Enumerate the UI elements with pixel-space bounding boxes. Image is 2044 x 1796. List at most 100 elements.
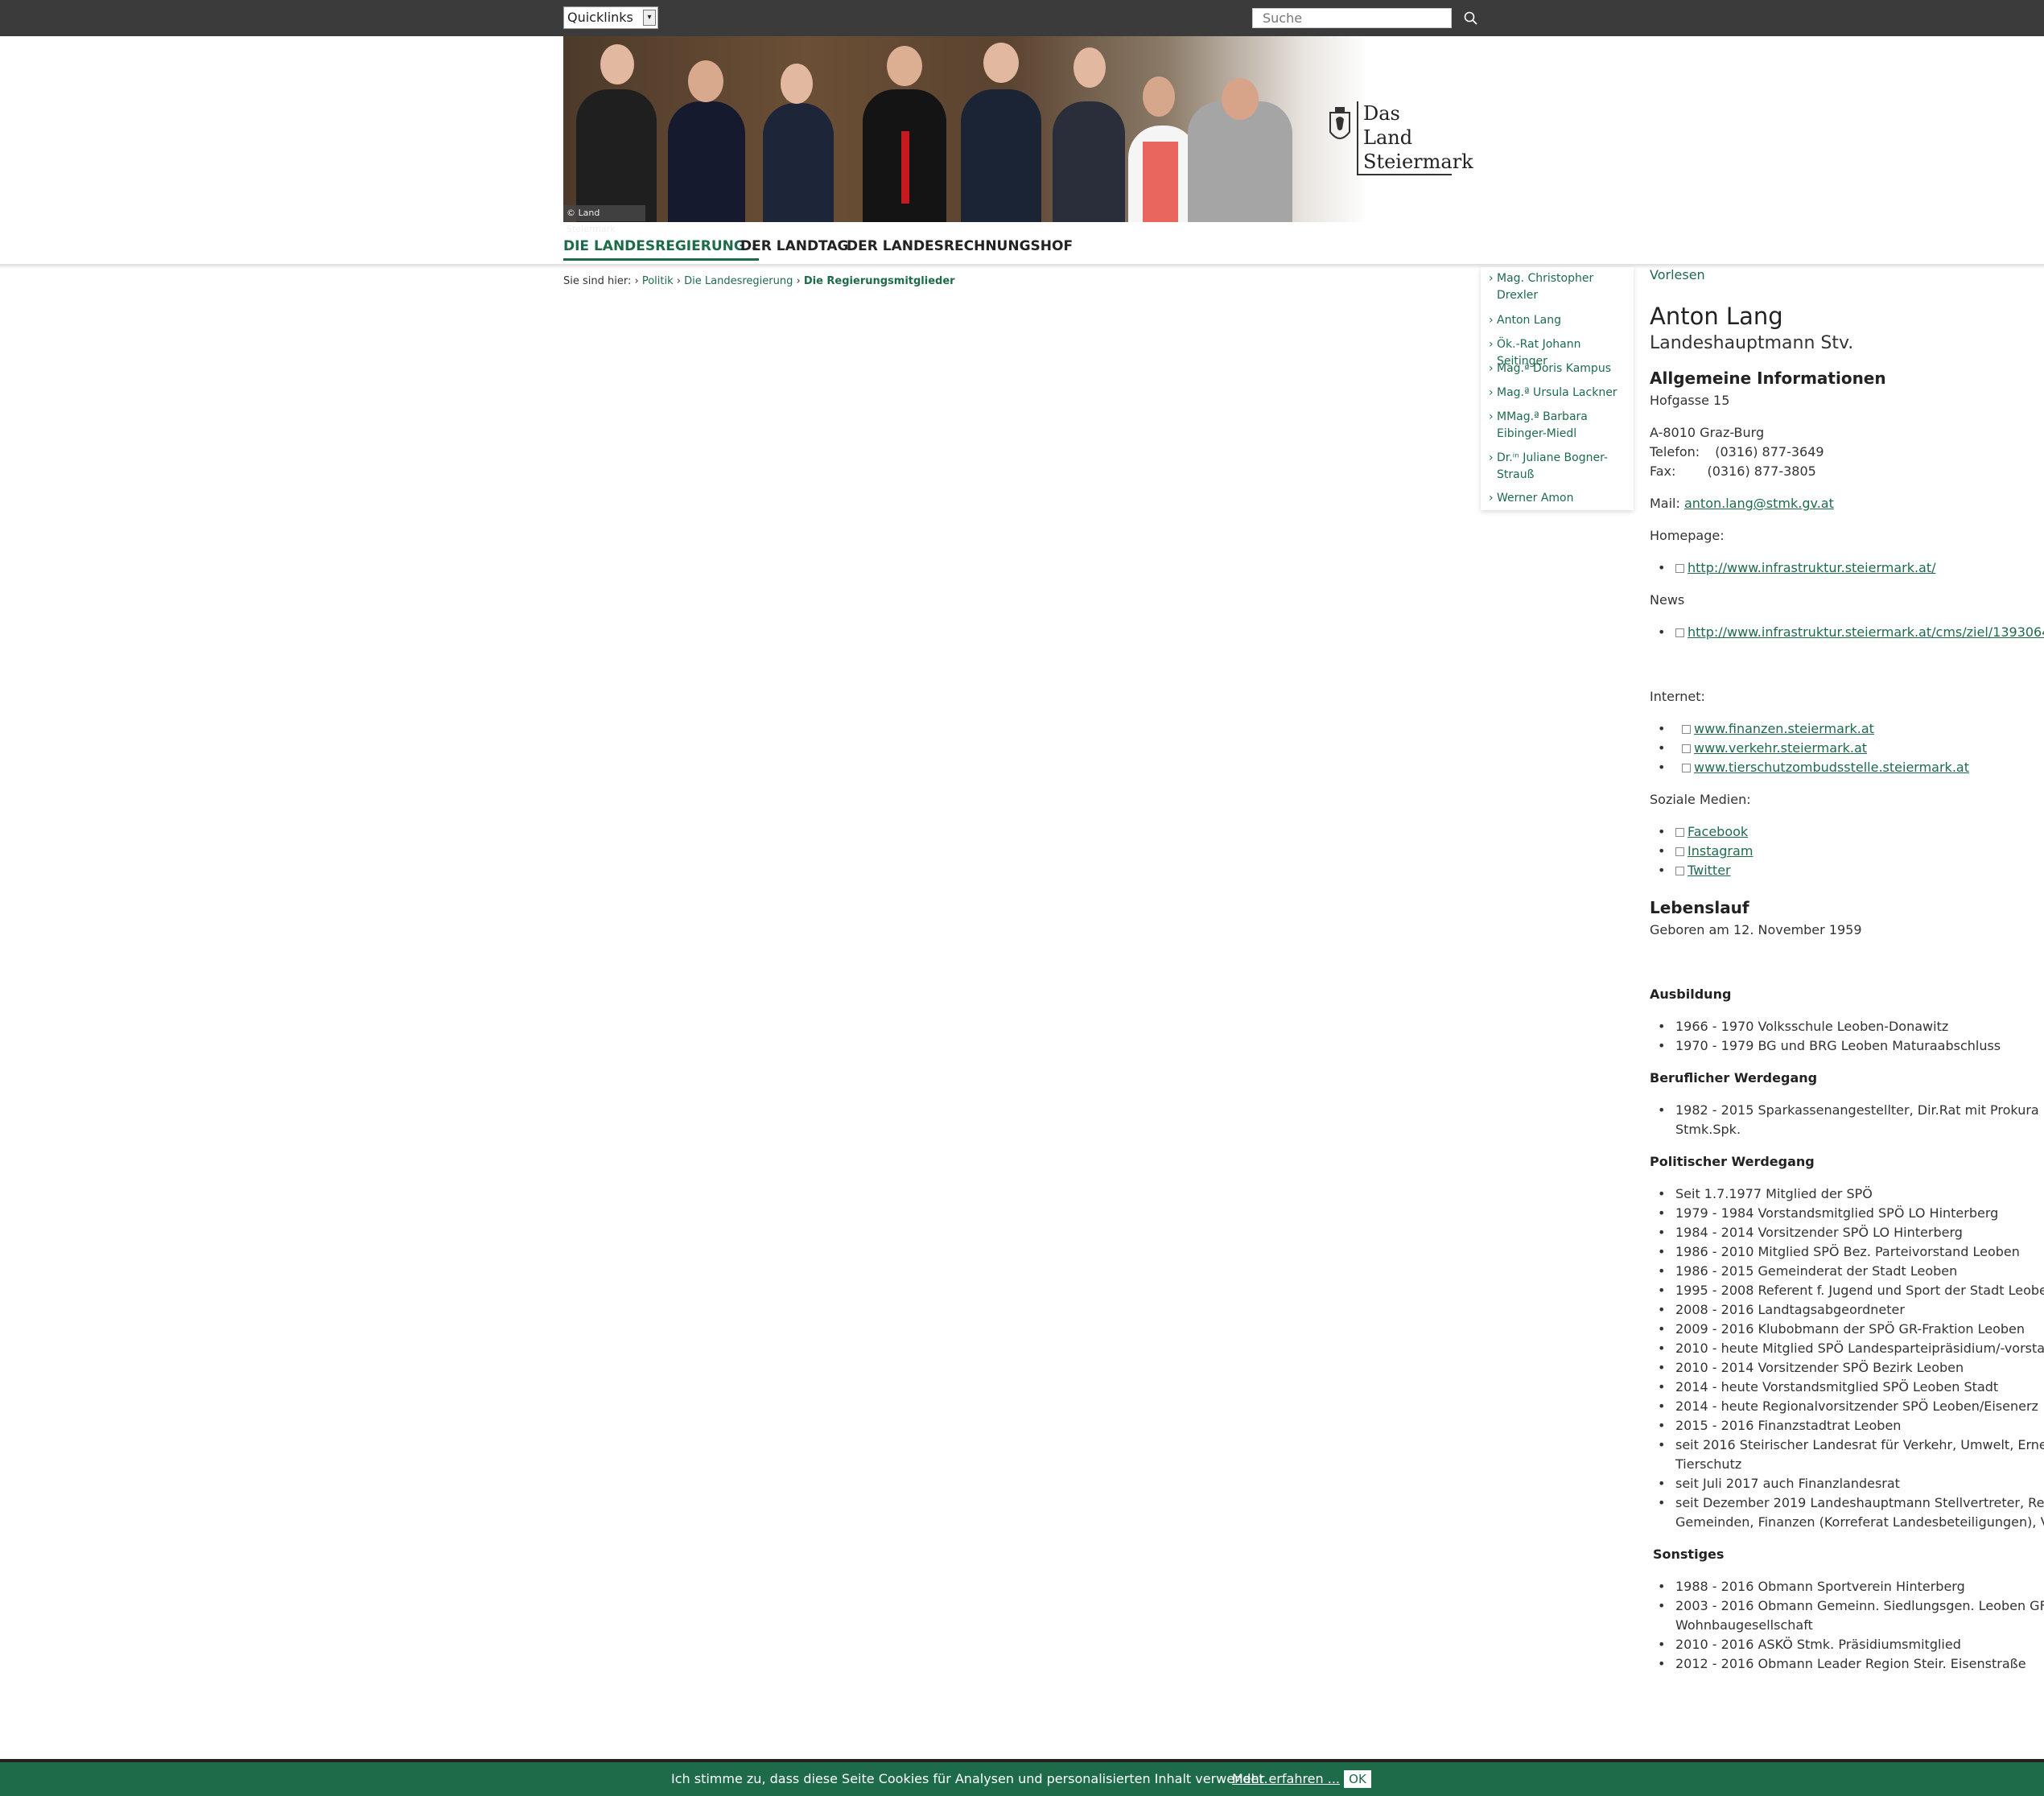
nav-die-landesregierung[interactable]: DIE LANDESREGIERUNG ⌄	[563, 238, 760, 261]
chevron-right-icon: ›	[1489, 314, 1494, 327]
facebook-link[interactable]: Facebook	[1688, 824, 1748, 839]
vorlesen-button[interactable]: Vorlesen	[1650, 267, 1705, 282]
external-link-icon	[1675, 628, 1684, 637]
political-heading: Politischer Werdegang	[1650, 1154, 1815, 1169]
government-members-menu: › Mag. Christopher Drexler › Anton Lang …	[1481, 267, 1634, 510]
nav-der-landesrechnungshof[interactable]: DER LANDESRECHNUNGSHOF	[847, 238, 1073, 254]
cookie-ok-button[interactable]: OK	[1344, 1770, 1371, 1788]
sidemenu-item-kampus[interactable]: › Mag.ª Doris Kampus	[1489, 360, 1630, 377]
sidemenu-label: MMag.ª Barbara Eibinger-Miedl	[1497, 410, 1588, 440]
list-item-text: 2010 - heute Mitglied SPÖ Landesparteipr…	[1675, 1341, 2044, 1356]
list-item-text: 1979 - 1984 Vorstandsmitglied SPÖ LO Hin…	[1675, 1205, 1999, 1221]
quicklinks-select[interactable]: Quicklinks ▾	[563, 6, 658, 29]
chevron-right-icon: ›	[676, 275, 685, 287]
chevron-right-icon: ›	[1489, 338, 1494, 351]
address-city: A-8010 Graz-Burg	[1650, 425, 1765, 440]
breadcrumb: Sie sind hier: › Politik › Die Landesreg…	[563, 275, 955, 287]
sidemenu-item-lackner[interactable]: › Mag.ª Ursula Lackner	[1489, 385, 1630, 402]
external-link-icon	[1675, 564, 1684, 573]
external-link-icon	[1682, 725, 1691, 734]
cookie-more-link[interactable]: Mehr erfahren ...	[1232, 1762, 1340, 1796]
instagram-link[interactable]: Instagram	[1688, 843, 1753, 859]
list-item-text: 2010 - 2016 ASKÖ Stmk. Präsidiumsmitglie…	[1675, 1637, 1961, 1652]
sidemenu-label: Dr.ⁱⁿ Juliane Bogner-Strauß	[1497, 451, 1608, 481]
list-item-text: 1982 - 2015 Sparkassenangestellter, Dir.…	[1675, 1102, 2044, 1118]
breadcrumb-landesregierung[interactable]: Die Landesregierung	[684, 275, 793, 287]
top-bar: Quicklinks ▾ Suche	[0, 0, 2044, 36]
phone-label: Telefon:	[1650, 444, 1700, 459]
chevron-right-icon: ›	[1489, 492, 1494, 505]
list-item-text: 1995 - 2008 Referent f. Jugend und Sport…	[1675, 1283, 2044, 1298]
list-item-text: 2009 - 2016 Klubobmann der SPÖ GR-Frakti…	[1675, 1321, 2025, 1337]
sidemenu-item-lang[interactable]: › Anton Lang	[1489, 312, 1630, 329]
breadcrumb-prefix: Sie sind hier:	[563, 275, 632, 287]
born-text: Geboren am 12. November 1959	[1650, 922, 1862, 937]
list-item-text: 1966 - 1970 Volksschule Leoben-Donawitz	[1675, 1019, 1949, 1034]
external-link-icon	[1675, 847, 1684, 856]
chevron-right-icon: ›	[1489, 272, 1494, 285]
list-item-text: Seit 1.7.1977 Mitglied der SPÖ	[1675, 1186, 1873, 1201]
chevron-right-icon: ›	[796, 275, 804, 287]
chevron-right-icon: ›	[634, 275, 642, 287]
list-item-text: 1988 - 2016 Obmann Sportverein Hinterber…	[1675, 1579, 1965, 1594]
homepage-link[interactable]: http://www.infrastruktur.steiermark.at/	[1688, 560, 1936, 575]
external-link-icon	[1682, 764, 1691, 772]
internet-link-tierschutz[interactable]: www.tierschutzombudsstelle.steiermark.at	[1694, 760, 1969, 775]
list-item-text: seit 2016 Steirischer Landesrat für Verk…	[1675, 1437, 2044, 1452]
twitter-link[interactable]: Twitter	[1688, 863, 1731, 878]
breadcrumb-current: Die Regierungsmitglieder	[803, 275, 955, 287]
list-item-continuation: Gemeinden, Finanzen (Korreferat Landesbe…	[1675, 1514, 2044, 1530]
list-item-text: 2008 - 2016 Landtagsabgeordneter	[1675, 1302, 1905, 1317]
nav-divider	[0, 264, 2044, 269]
sidemenu-label: Mag.ª Doris Kampus	[1497, 362, 1611, 375]
sidemenu-item-bogner-strauss[interactable]: › Dr.ⁱⁿ Juliane Bogner-Strauß	[1489, 450, 1630, 484]
education-heading: Ausbildung	[1650, 987, 1732, 1002]
phone-value: (0316) 877-3649	[1715, 444, 1824, 459]
sidemenu-item-amon[interactable]: › Werner Amon	[1489, 490, 1630, 507]
coat-of-arms-icon	[1329, 107, 1350, 139]
list-item-text: 2012 - 2016 Obmann Leader Region Steir. …	[1675, 1656, 2026, 1671]
homepage-label: Homepage:	[1650, 528, 1725, 543]
list-item-text: seit Dezember 2019 Landeshauptmann Stell…	[1675, 1495, 2044, 1510]
search-input[interactable]: Suche	[1252, 8, 1452, 28]
logo-wordmark: Das Land Steiermark	[1357, 101, 1473, 175]
career-heading: Beruflicher Werdegang	[1650, 1070, 1818, 1085]
header-group-photo	[563, 36, 1368, 222]
sidemenu-item-eibinger-miedl[interactable]: › MMag.ª Barbara Eibinger-Miedl	[1489, 409, 1630, 443]
internet-link-verkehr[interactable]: www.verkehr.steiermark.at	[1694, 740, 1867, 756]
sidemenu-label: Werner Amon	[1497, 492, 1574, 505]
list-item-text: 1986 - 2010 Mitglied SPÖ Bez. Parteivors…	[1675, 1244, 2020, 1259]
list-item-text: 2010 - 2014 Vorsitzender SPÖ Bezirk Leob…	[1675, 1360, 1964, 1375]
fax-label: Fax:	[1650, 463, 1676, 479]
chevron-right-icon: ›	[1489, 451, 1494, 464]
fax-row: Fax: (0316) 877-3805	[1650, 463, 1816, 479]
role-subtitle: Landeshauptmann Stv.	[1650, 333, 1854, 353]
list-item-text: 2014 - heute Regionalvorsitzender SPÖ Le…	[1675, 1398, 2038, 1414]
list-item-continuation: Wohnbaugesellschaft	[1675, 1617, 1813, 1633]
list-item-text: seit Juli 2017 auch Finanzlandesrat	[1675, 1476, 1900, 1491]
mail-row: Mail: anton.lang@stmk.gv.at	[1650, 496, 1834, 511]
breadcrumb-politik[interactable]: Politik	[642, 275, 674, 287]
other-heading: Sonstiges	[1653, 1547, 1725, 1562]
list-item-text: 2015 - 2016 Finanzstadtrat Leoben	[1675, 1418, 1902, 1433]
info-heading: Allgemeine Informationen	[1650, 369, 1886, 388]
land-steiermark-logo[interactable]: Das Land Steiermark	[1326, 101, 1473, 175]
external-link-icon	[1675, 828, 1684, 837]
list-item-text: 1984 - 2014 Vorsitzender SPÖ LO Hinterbe…	[1675, 1225, 1963, 1240]
list-item-text: 1986 - 2015 Gemeinderat der Stadt Leoben	[1675, 1263, 1958, 1279]
internet-link-finanzen[interactable]: www.finanzen.steiermark.at	[1694, 721, 1874, 736]
external-link-icon	[1682, 744, 1691, 753]
nav-der-landtag[interactable]: DER LANDTAG	[740, 238, 848, 254]
address-street: Hofgasse 15	[1650, 393, 1730, 408]
news-link[interactable]: http://www.infrastruktur.steiermark.at/c…	[1688, 624, 2044, 640]
news-label: News	[1650, 592, 1685, 608]
page-title: Anton Lang	[1650, 303, 1783, 330]
cookie-banner: Ich stimme zu, dass diese Seite Cookies …	[0, 1762, 2044, 1796]
search-icon[interactable]	[1463, 10, 1479, 27]
sidemenu-item-drexler[interactable]: › Mag. Christopher Drexler	[1489, 270, 1630, 304]
chevron-right-icon: ›	[1489, 362, 1494, 375]
internet-label: Internet:	[1650, 689, 1705, 704]
mail-link[interactable]: anton.lang@stmk.gv.at	[1684, 496, 1834, 511]
nav-label: DIE LANDESREGIERUNG	[563, 238, 745, 254]
phone-row: Telefon: (0316) 877-3649	[1650, 444, 1824, 459]
